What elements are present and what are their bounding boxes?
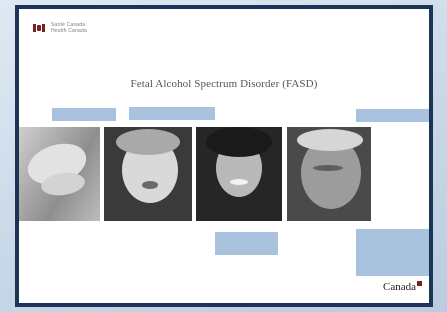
canada-wordmark-text: Canada xyxy=(383,281,416,293)
canada-flag-icon xyxy=(33,24,45,32)
health-canada-wordmark: Santé Canada Health Canada xyxy=(51,22,87,34)
government-header: Santé Canada Health Canada xyxy=(33,22,87,34)
accent-block-top-left xyxy=(52,108,116,121)
accent-block-top-center xyxy=(129,107,215,120)
document-frame: Santé Canada Health Canada Fetal Alcohol… xyxy=(15,5,433,307)
woman-photo xyxy=(196,127,282,221)
infant-feet-photo xyxy=(19,127,100,221)
accent-block-bottom-center xyxy=(215,232,278,255)
document-title: Fetal Alcohol Spectrum Disorder (FASD) xyxy=(130,78,318,90)
child-photo xyxy=(104,127,192,221)
accent-block-bottom-right xyxy=(356,229,429,276)
elderly-man-photo xyxy=(287,127,371,221)
maple-leaf-icon xyxy=(417,281,422,286)
canada-wordmark: Canada xyxy=(383,281,422,293)
accent-block-top-right xyxy=(356,109,429,122)
document-cover-page: Santé Canada Health Canada Fetal Alcohol… xyxy=(19,9,429,303)
wordmark-line-2: Health Canada xyxy=(51,28,87,34)
